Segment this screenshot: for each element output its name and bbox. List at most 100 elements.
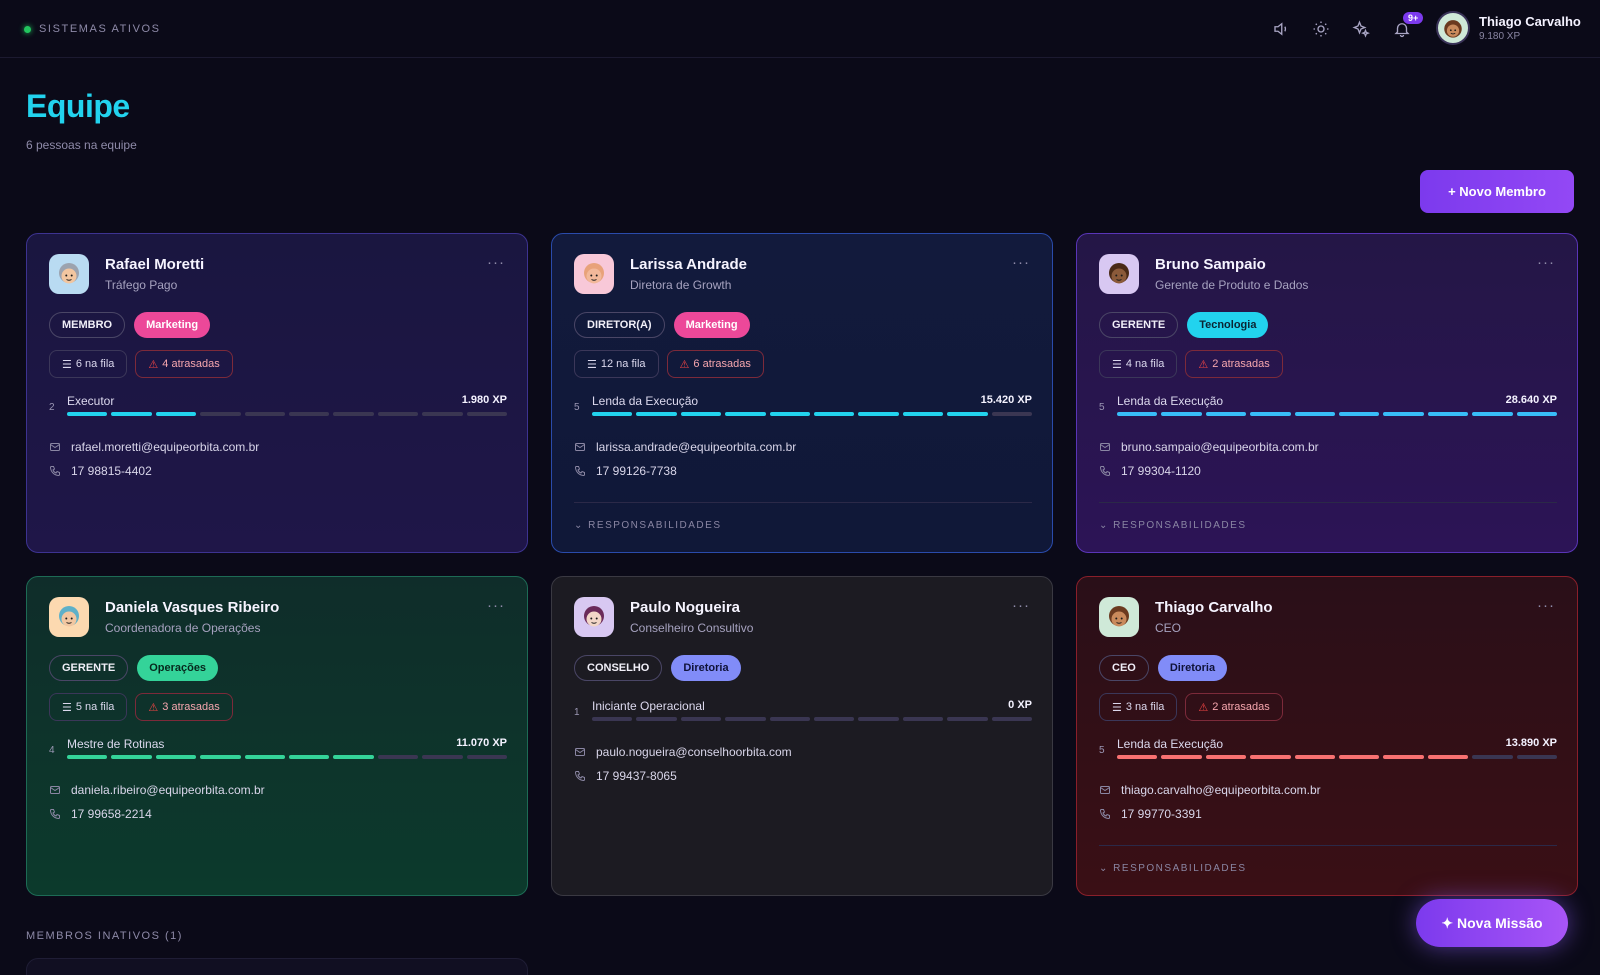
- late-chip[interactable]: ⚠ 4 atrasadas: [135, 350, 233, 378]
- list-icon: ☰: [62, 701, 72, 714]
- member-role: Coordenadora de Operações: [105, 621, 261, 635]
- progress-segment: [636, 412, 677, 416]
- role-badge: GERENTE: [49, 655, 129, 681]
- queue-count: 5 na fila: [75, 701, 115, 713]
- late-chip[interactable]: ⚠ 6 atrasadas: [666, 350, 764, 378]
- level-number: 2: [49, 402, 55, 413]
- list-icon: ☰: [1112, 358, 1122, 371]
- role-badge: DIRETOR(A): [574, 312, 665, 338]
- email-row[interactable]: paulo.nogueira@conselhoorbita.com: [574, 745, 792, 759]
- queue-chip[interactable]: ☰ 4 na fila: [1099, 350, 1178, 378]
- progress-segment: [902, 412, 944, 416]
- phone-row[interactable]: 17 99770-3391: [1099, 807, 1202, 821]
- progress-segment: [592, 717, 633, 721]
- queue-chip[interactable]: ☰ 6 na fila: [49, 350, 128, 378]
- department-badge: Marketing: [673, 312, 750, 338]
- progress-segment: [67, 755, 108, 759]
- status-dot: [24, 25, 31, 33]
- member-xp: 13.890 XP: [1505, 737, 1557, 749]
- user-menu[interactable]: Thiago Carvalho 9.180 XP: [1436, 11, 1581, 45]
- member-card[interactable]: Rafael Moretti Tráfego Pago ··· MEMBRO M…: [26, 233, 528, 553]
- level-name: Lenda da Execução: [1117, 737, 1224, 751]
- phone-row[interactable]: 17 99126-7738: [574, 464, 677, 478]
- responsibilities-toggle[interactable]: ⌄ RESPONSABILIDADES: [1099, 863, 1246, 874]
- page-title: Equipe: [26, 88, 130, 124]
- mail-icon: [574, 746, 588, 758]
- phone-row[interactable]: 17 99304-1120: [1099, 464, 1201, 478]
- progress-segment: [947, 717, 988, 721]
- phone-icon: [1099, 465, 1113, 477]
- level-name: Lenda da Execução: [1117, 394, 1224, 408]
- more-options-icon[interactable]: ···: [1537, 254, 1555, 271]
- more-options-icon[interactable]: ···: [1012, 597, 1030, 614]
- chevron-down-icon: ⌄: [1099, 863, 1114, 874]
- late-chip[interactable]: ⚠ 2 atrasadas: [1185, 693, 1283, 721]
- more-options-icon[interactable]: ···: [487, 254, 505, 271]
- warning-icon: ⚠: [679, 358, 690, 371]
- role-badge: CONSELHO: [574, 655, 663, 681]
- progress-segment: [592, 412, 633, 416]
- progress-segment: [1427, 412, 1469, 416]
- phone-row[interactable]: 17 99658-2214: [49, 807, 152, 821]
- level-row: 1 Iniciante Operacional 0 XP: [574, 699, 1033, 723]
- email-row[interactable]: bruno.sampaio@equipeorbita.com.br: [1099, 440, 1319, 454]
- member-avatar: [1099, 597, 1139, 637]
- progress-segment: [1472, 412, 1513, 416]
- progress-segment: [991, 717, 1033, 721]
- progress-segment: [1205, 412, 1247, 416]
- progress-segment: [155, 755, 197, 759]
- phone-row[interactable]: 17 99437-8065: [574, 769, 677, 783]
- queue-count: 6 na fila: [75, 358, 115, 370]
- email-row[interactable]: larissa.andrade@equipeorbita.com.br: [574, 440, 796, 454]
- queue-chip[interactable]: ☰ 3 na fila: [1099, 693, 1178, 721]
- more-options-icon[interactable]: ···: [1012, 254, 1030, 271]
- member-card[interactable]: Larissa Andrade Diretora de Growth ··· D…: [551, 233, 1053, 553]
- queue-chip[interactable]: ☰ 5 na fila: [49, 693, 128, 721]
- member-card[interactable]: Daniela Vasques Ribeiro Coordenadora de …: [26, 576, 528, 896]
- member-xp: 11.070 XP: [456, 737, 507, 749]
- progress-segment: [1339, 755, 1380, 759]
- xp-progress-bar: [67, 412, 508, 416]
- level-row: 2 Executor 1.980 XP: [49, 394, 508, 418]
- sound-icon[interactable]: [1270, 18, 1292, 40]
- more-options-icon[interactable]: ···: [487, 597, 505, 614]
- progress-segment: [244, 755, 286, 759]
- progress-segment: [1294, 755, 1336, 759]
- member-badges: DIRETOR(A) Marketing: [574, 312, 750, 338]
- email-row[interactable]: daniela.ribeiro@equipeorbita.com.br: [49, 783, 265, 797]
- new-member-button[interactable]: + Novo Membro: [1420, 170, 1574, 213]
- new-mission-button[interactable]: ✦ Nova Missão: [1416, 899, 1568, 947]
- card-divider: [574, 502, 1032, 503]
- member-card[interactable]: Bruno Sampaio Gerente de Produto e Dados…: [1076, 233, 1578, 553]
- progress-segment: [725, 412, 766, 416]
- member-role: Diretora de Growth: [630, 278, 732, 292]
- bell-icon[interactable]: 9+: [1391, 12, 1424, 40]
- member-card[interactable]: Paulo Nogueira Conselheiro Consultivo ··…: [551, 576, 1053, 896]
- member-badges: GERENTE Tecnologia: [1099, 312, 1269, 338]
- phone-row[interactable]: 17 98815-4402: [49, 464, 152, 478]
- member-phone: 17 99437-8065: [596, 769, 677, 783]
- queue-chip[interactable]: ☰ 12 na fila: [574, 350, 659, 378]
- inactive-member-card[interactable]: [26, 958, 528, 975]
- more-options-icon[interactable]: ···: [1537, 597, 1555, 614]
- member-name: Daniela Vasques Ribeiro: [105, 599, 280, 616]
- member-name: Paulo Nogueira: [630, 599, 741, 616]
- member-card[interactable]: Thiago Carvalho CEO ··· CEO Diretoria ☰ 3…: [1076, 576, 1578, 896]
- email-row[interactable]: thiago.carvalho@equipeorbita.com.br: [1099, 783, 1321, 797]
- member-avatar: [574, 254, 614, 294]
- late-chip[interactable]: ⚠ 3 atrasadas: [135, 693, 233, 721]
- late-chip[interactable]: ⚠ 2 atrasadas: [1185, 350, 1283, 378]
- level-name: Mestre de Rotinas: [67, 737, 165, 751]
- member-name: Thiago Carvalho: [1155, 599, 1273, 616]
- responsibilities-toggle[interactable]: ⌄ RESPONSABILIDADES: [574, 520, 721, 531]
- email-row[interactable]: rafael.moretti@equipeorbita.com.br: [49, 440, 259, 454]
- sparkles-icon[interactable]: [1350, 18, 1372, 40]
- task-chips: ☰ 5 na fila ⚠ 3 atrasadas: [49, 693, 233, 721]
- progress-segment: [289, 755, 330, 759]
- sun-icon[interactable]: [1310, 18, 1332, 40]
- user-avatar: [1436, 11, 1470, 45]
- progress-segment: [947, 412, 988, 416]
- member-email: larissa.andrade@equipeorbita.com.br: [596, 440, 797, 454]
- responsibilities-toggle[interactable]: ⌄ RESPONSABILIDADES: [1099, 520, 1246, 531]
- member-phone: 17 99126-7738: [596, 464, 677, 478]
